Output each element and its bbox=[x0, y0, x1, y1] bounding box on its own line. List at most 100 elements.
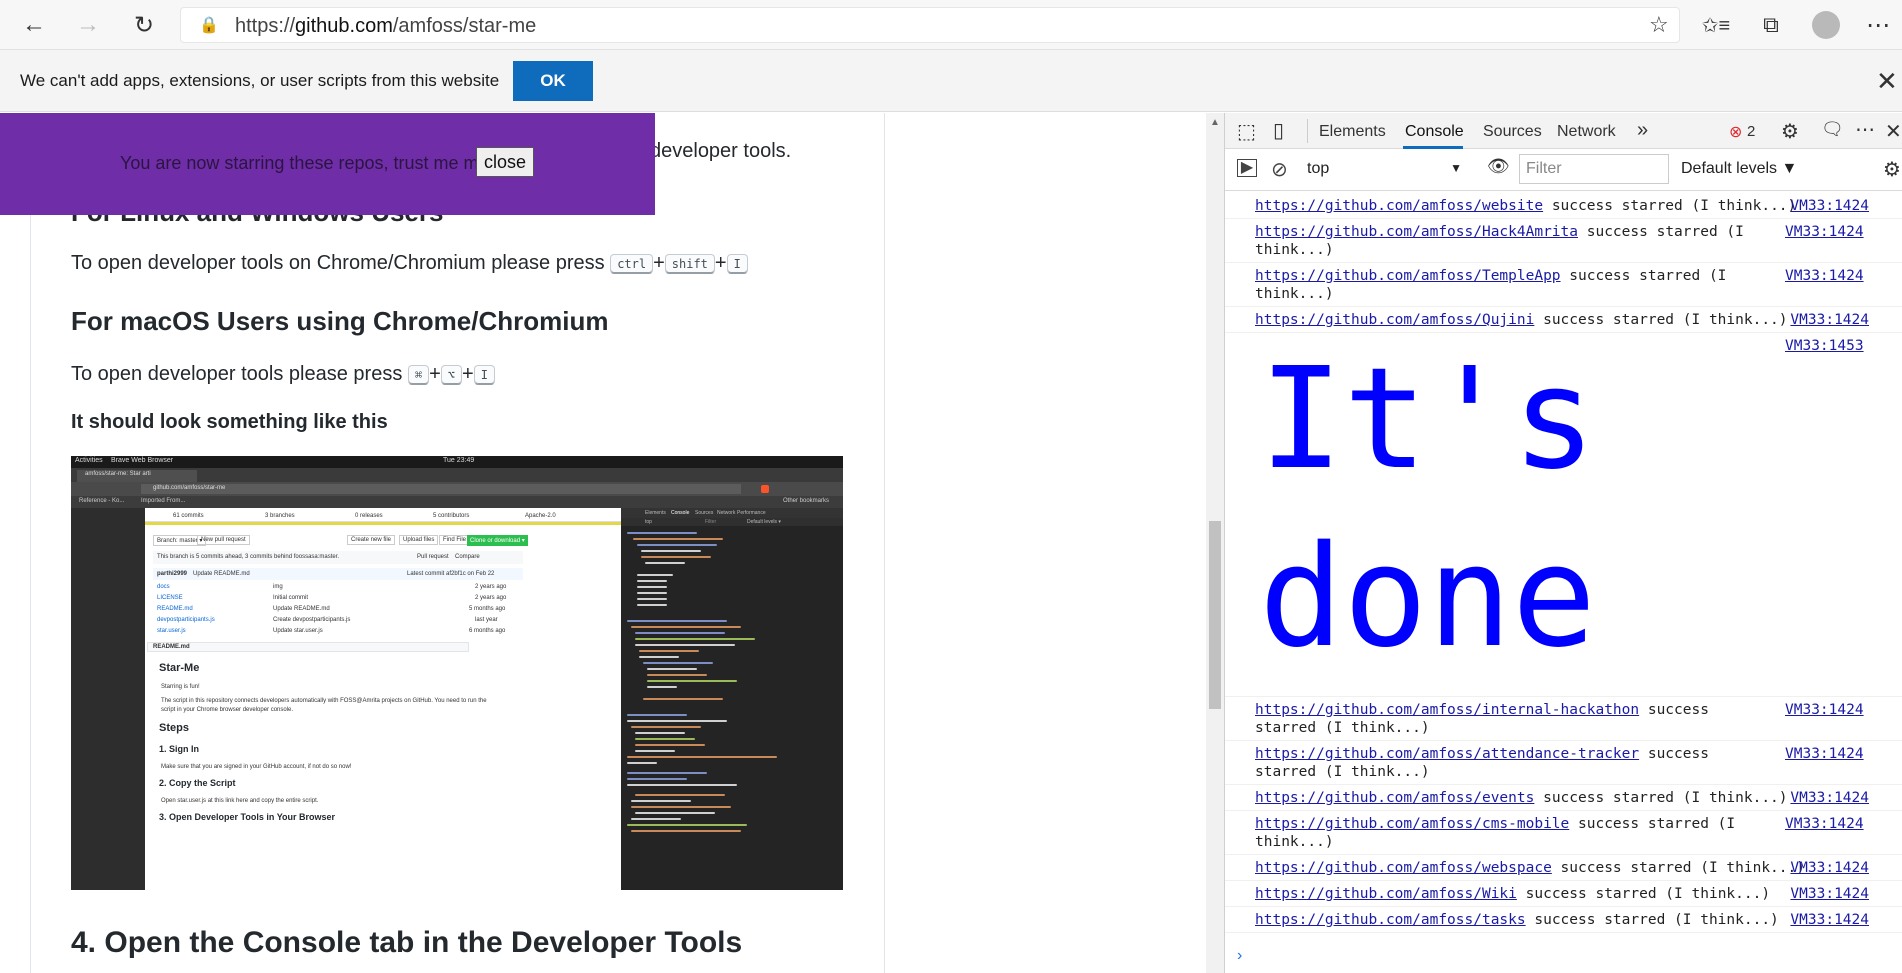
log-source-link[interactable]: VM33:1424 bbox=[1785, 267, 1865, 285]
profile-avatar[interactable] bbox=[1812, 11, 1840, 39]
lock-icon[interactable]: 🔒 bbox=[199, 15, 219, 35]
log-source-link[interactable]: VM33:1424 bbox=[1785, 745, 1865, 763]
tab-elements[interactable]: Elements bbox=[1319, 123, 1386, 141]
log-url-link[interactable]: https://github.com/amfoss/webspace bbox=[1255, 860, 1552, 876]
chevron-down-icon: ▼ bbox=[1450, 161, 1462, 175]
log-url-link[interactable]: https://github.com/amfoss/events bbox=[1255, 790, 1534, 806]
console-log-entry: https://github.com/amfoss/Hack4Amrita su… bbox=[1255, 224, 1744, 258]
log-source-link[interactable]: VM33:1424 bbox=[1785, 815, 1865, 833]
close-icon[interactable]: ✕ bbox=[1876, 66, 1898, 97]
log-source-link[interactable]: VM33:1424 bbox=[1785, 701, 1865, 719]
log-url-link[interactable]: https://github.com/amfoss/cms-mobile bbox=[1255, 816, 1569, 832]
refresh-icon[interactable]: ↻ bbox=[128, 9, 160, 41]
devtools-menu-icon[interactable]: ⋯ bbox=[1855, 117, 1875, 142]
log-url-link[interactable]: https://github.com/amfoss/TempleApp bbox=[1255, 268, 1561, 284]
heading-look-like: It should look something like this bbox=[71, 411, 388, 433]
heading-macos: For macOS Users using Chrome/Chromium bbox=[71, 306, 609, 336]
devtools-tabbar: ⬚ ▯ Elements Console Sources Network » ⊗… bbox=[1225, 113, 1902, 149]
log-url-link[interactable]: https://github.com/amfoss/website bbox=[1255, 198, 1543, 214]
infobar-message: We can't add apps, extensions, or user s… bbox=[20, 71, 500, 90]
page-scrollbar[interactable]: ▲ bbox=[1206, 113, 1224, 973]
filter-input[interactable]: Filter bbox=[1519, 154, 1669, 184]
console-log-entry: https://github.com/amfoss/TempleApp succ… bbox=[1255, 268, 1727, 302]
log-source-link[interactable]: VM33:1424 bbox=[1785, 223, 1865, 241]
console-log-entry: https://github.com/amfoss/website succes… bbox=[1255, 198, 1869, 214]
settings-icon[interactable]: ⚙ bbox=[1781, 119, 1799, 144]
key-cmd: ⌘ bbox=[407, 364, 430, 385]
feedback-icon[interactable]: 🗨 bbox=[1821, 119, 1844, 140]
console-log-entry: https://github.com/amfoss/events success… bbox=[1255, 790, 1869, 806]
back-icon[interactable]: ← bbox=[18, 9, 50, 41]
heading-step4: 4. Open the Console tab in the Developer… bbox=[71, 926, 743, 959]
console-log-entry: https://github.com/amfoss/Qujini success… bbox=[1255, 312, 1869, 328]
key-option: ⌥ bbox=[440, 364, 463, 385]
log-source-link[interactable]: VM33:1424 bbox=[1790, 789, 1869, 807]
console-log-entry: https://github.com/amfoss/Wiki success s… bbox=[1255, 886, 1869, 902]
address-bar-image: github.com/amfoss/star-me bbox=[71, 482, 843, 496]
screenshot-image: Activities Brave Web Browser Tue 23:49 a… bbox=[71, 456, 843, 890]
error-icon[interactable]: ⊗ bbox=[1729, 122, 1742, 142]
infobar: We can't add apps, extensions, or user s… bbox=[0, 50, 1902, 112]
context-select[interactable]: top ▼ bbox=[1303, 155, 1468, 183]
url-scheme: https:// bbox=[235, 15, 296, 37]
tab-sources[interactable]: Sources bbox=[1483, 123, 1542, 141]
bookmarks-bar: Reference - Ko... Imported From... Other… bbox=[71, 496, 843, 508]
close-devtools-icon[interactable]: ✕ bbox=[1885, 119, 1902, 144]
tab-network[interactable]: Network bbox=[1557, 123, 1616, 141]
linux-instructions: To open developer tools on Chrome/Chromi… bbox=[71, 252, 748, 275]
key-i: I bbox=[726, 253, 748, 274]
error-count[interactable]: 2 bbox=[1747, 123, 1755, 140]
log-url-link[interactable]: https://github.com/amfoss/internal-hacka… bbox=[1255, 702, 1639, 718]
log-url-link[interactable]: https://github.com/amfoss/attendance-tra… bbox=[1255, 746, 1639, 762]
console-log-entry: https://github.com/amfoss/webspace succe… bbox=[1255, 860, 1869, 876]
log-source-link[interactable]: VM33:1424 bbox=[1790, 311, 1869, 329]
log-url-link[interactable]: https://github.com/amfoss/Hack4Amrita bbox=[1255, 224, 1578, 240]
address-bar[interactable]: 🔒 https://github.com/amfoss/star-me ☆ bbox=[180, 7, 1680, 43]
more-tabs-icon[interactable]: » bbox=[1637, 119, 1648, 142]
device-toolbar-icon[interactable]: ▯ bbox=[1273, 118, 1284, 143]
styled-console-message: It's done bbox=[1259, 338, 1597, 679]
scroll-up-icon[interactable]: ▲ bbox=[1210, 117, 1220, 128]
log-url-link[interactable]: https://github.com/amfoss/Wiki bbox=[1255, 886, 1517, 902]
console-log-entry: https://github.com/amfoss/tasks success … bbox=[1255, 912, 1869, 928]
browser-menu-icon[interactable]: ⋯ bbox=[1862, 9, 1894, 41]
log-source-link[interactable]: VM33:1424 bbox=[1790, 911, 1869, 929]
log-url-link[interactable]: https://github.com/amfoss/tasks bbox=[1255, 912, 1526, 928]
favorites-icon[interactable]: ✩≡ bbox=[1700, 9, 1732, 41]
key-i: I bbox=[473, 364, 495, 385]
log-levels-select[interactable]: Default levels ▼ bbox=[1681, 160, 1797, 178]
sidebar-toggle-icon[interactable]: ▶ bbox=[1237, 159, 1257, 177]
favorite-star-icon[interactable]: ☆ bbox=[1649, 12, 1669, 38]
banner-close-button[interactable]: close bbox=[476, 147, 534, 177]
github-page-image: 61 commits 3 branches 0 releases 5 contr… bbox=[145, 508, 621, 890]
banner-message: You are now starring these repos, trust … bbox=[120, 153, 489, 173]
url-text[interactable]: https://github.com/amfoss/star-me bbox=[235, 15, 536, 38]
clear-console-icon[interactable]: ⊘ bbox=[1271, 157, 1288, 182]
scroll-thumb[interactable] bbox=[1209, 521, 1221, 709]
log-source-link[interactable]: VM33:1453 bbox=[1785, 337, 1865, 355]
log-url-link[interactable]: https://github.com/amfoss/Qujini bbox=[1255, 312, 1534, 328]
console-log-entry: https://github.com/amfoss/cms-mobile suc… bbox=[1255, 816, 1736, 850]
inspect-icon[interactable]: ⬚ bbox=[1237, 119, 1256, 144]
log-source-link[interactable]: VM33:1424 bbox=[1790, 885, 1869, 903]
url-host: github.com bbox=[295, 15, 393, 37]
tab-bar: amfoss/star-me: Star arti bbox=[71, 468, 843, 482]
log-source-link[interactable]: VM33:1424 bbox=[1790, 197, 1869, 215]
console-settings-icon[interactable]: ⚙ bbox=[1883, 157, 1901, 182]
devtools-image: Elements Console Sources Network Perform… bbox=[621, 508, 843, 890]
content-border bbox=[30, 113, 31, 973]
console-log-entry: https://github.com/amfoss/attendance-tra… bbox=[1255, 746, 1709, 780]
log-source-link[interactable]: VM33:1424 bbox=[1790, 859, 1869, 877]
eye-icon[interactable]: 👁 bbox=[1487, 156, 1510, 177]
console-filterbar: ▶ ⊘ top ▼ 👁 Filter Default levels ▼ ⚙ bbox=[1225, 149, 1902, 191]
os-topbar: Activities Brave Web Browser Tue 23:49 bbox=[71, 456, 843, 468]
ok-button[interactable]: OK bbox=[513, 61, 593, 101]
devtools-panel: ⬚ ▯ Elements Console Sources Network » ⊗… bbox=[1224, 113, 1902, 973]
starring-banner: You are now starring these repos, trust … bbox=[0, 113, 655, 215]
forward-icon[interactable]: → bbox=[72, 9, 104, 41]
console-prompt[interactable]: › bbox=[1237, 947, 1242, 965]
collections-icon[interactable]: ⧉ bbox=[1755, 9, 1787, 41]
content-border bbox=[884, 113, 885, 973]
key-shift: shift bbox=[664, 253, 715, 274]
tab-console[interactable]: Console bbox=[1405, 123, 1464, 141]
